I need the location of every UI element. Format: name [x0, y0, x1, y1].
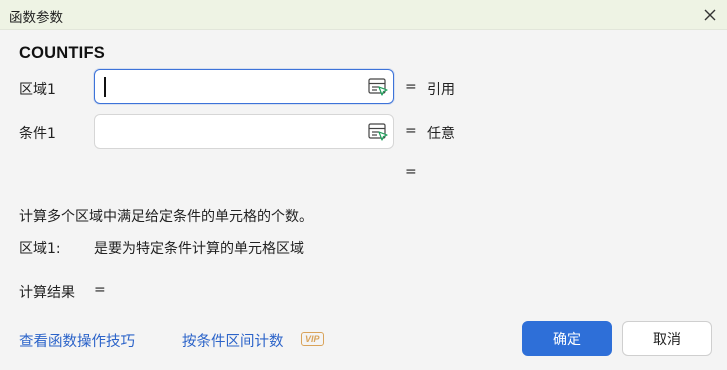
count-by-range-link[interactable]: 按条件区间计数 [182, 330, 284, 351]
range1-input[interactable] [94, 69, 394, 104]
range-select-icon[interactable] [367, 121, 389, 143]
cancel-button[interactable]: 取消 [622, 321, 712, 356]
param-help-name: 区域1: [19, 241, 61, 257]
result-equals: = [94, 282, 106, 298]
arg-equals-range1: = [405, 79, 417, 95]
arg-type-range1: 引用 [427, 82, 455, 98]
dialog-titlebar: 函数参数 [0, 0, 727, 30]
result-label: 计算结果 [19, 285, 75, 301]
arg-label-range1: 区域1 [19, 82, 56, 98]
param-help-text: 是要为特定条件计算的单元格区域 [94, 241, 304, 257]
arg-label-criteria1: 条件1 [19, 126, 56, 142]
criteria1-input[interactable] [94, 114, 394, 149]
function-result-equals: = [405, 164, 417, 180]
ok-button[interactable]: 确定 [522, 321, 612, 356]
dialog-title: 函数参数 [9, 10, 63, 26]
close-icon [704, 9, 716, 21]
close-button[interactable] [699, 4, 721, 26]
range-select-icon[interactable] [367, 76, 389, 98]
arg-equals-criteria1: = [405, 123, 417, 139]
arg-type-criteria1: 任意 [427, 126, 455, 142]
function-tips-link[interactable]: 查看函数操作技巧 [19, 330, 135, 351]
text-caret [104, 77, 106, 97]
vip-badge: VIP [301, 332, 324, 346]
function-description: 计算多个区域中满足给定条件的单元格的个数。 [19, 209, 313, 225]
function-name: COUNTIFS [19, 44, 105, 62]
